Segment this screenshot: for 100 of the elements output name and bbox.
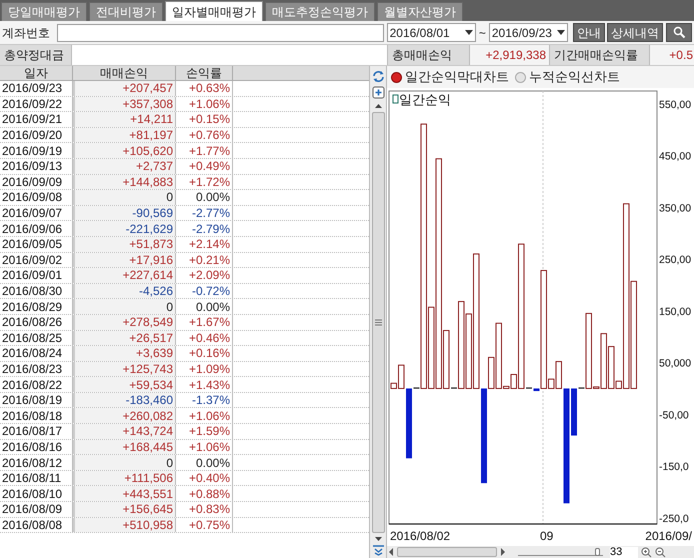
- summary-label: 총약정대금: [0, 45, 72, 65]
- table-cell: 0.00%: [176, 455, 233, 470]
- table-cell: +2.14%: [176, 236, 233, 252]
- caret-icon: [464, 30, 473, 35]
- table-cell: +26,517: [73, 330, 176, 346]
- loss-bar: [571, 388, 577, 436]
- table-cell: -183,460: [73, 392, 176, 408]
- table-cell: +81,197: [73, 128, 176, 142]
- table-cell: +3,639: [73, 346, 176, 361]
- account-label: 계좌번호: [2, 24, 51, 42]
- date-from-field[interactable]: 2016/08/01: [386, 23, 476, 42]
- table-cell: -221,629: [73, 221, 176, 236]
- table-cell: +0.88%: [176, 486, 233, 502]
- summary-value: +2,919,338: [470, 45, 550, 65]
- scroll-up-icon[interactable]: [374, 103, 382, 109]
- scroll-down-icon[interactable]: [374, 536, 382, 542]
- tab[interactable]: 당일매매평가: [1, 2, 87, 21]
- axis-label: -150,0: [659, 461, 689, 474]
- loss-bar: [406, 388, 412, 458]
- table-cell: +260,082: [73, 408, 176, 424]
- table-cell: +0.63%: [176, 81, 233, 96]
- axis-label: -250,0: [659, 512, 689, 525]
- action-button[interactable]: 안내: [573, 23, 606, 42]
- table-cell: +51,873: [73, 236, 176, 252]
- table-cell: +510,958: [73, 518, 176, 532]
- table-cell: +0.46%: [176, 330, 233, 346]
- table-cell: +0.15%: [176, 112, 233, 127]
- scrollbar-thumb[interactable]: [372, 112, 384, 533]
- table-cell: 0: [73, 190, 176, 205]
- table-cell: +1.43%: [176, 377, 233, 392]
- table-cell: +144,883: [73, 174, 176, 190]
- axis-label: -50,00: [659, 409, 689, 422]
- zoom-out-icon[interactable]: [655, 546, 666, 558]
- table-cell: 0.00%: [176, 190, 233, 205]
- tab[interactable]: 전대비평가: [89, 2, 163, 21]
- date-to-field[interactable]: 2016/09/23: [488, 23, 568, 42]
- table-cell: -2.79%: [176, 221, 233, 236]
- table-cell: +105,620: [73, 143, 176, 158]
- table-cell: -1.37%: [176, 392, 233, 408]
- table-cell: +0.40%: [176, 470, 233, 486]
- scrollbar-thumb[interactable]: [397, 547, 497, 557]
- column-header: 매매손익: [73, 66, 176, 80]
- table-cell: +17,916: [73, 252, 176, 268]
- table-cell: +156,645: [73, 502, 176, 517]
- zoom-in-icon[interactable]: [641, 546, 652, 558]
- search-icon: [672, 26, 686, 39]
- scroll-right-icon[interactable]: [500, 548, 505, 556]
- table-cell: +0.83%: [176, 502, 233, 517]
- slider-thumb[interactable]: [594, 548, 600, 556]
- table-cell: +1.72%: [176, 174, 233, 190]
- add-icon[interactable]: [372, 86, 384, 99]
- action-button[interactable]: 상세내역: [607, 23, 664, 42]
- tab[interactable]: 일자별매매평가: [165, 1, 263, 21]
- table-cell: +59,534: [73, 377, 176, 392]
- scroll-left-icon[interactable]: [389, 548, 394, 556]
- collapse-icon[interactable]: [372, 545, 384, 556]
- axis-label: 450,00: [659, 150, 692, 163]
- range-separator: ~: [478, 24, 486, 42]
- axis-label: 50,000: [659, 358, 692, 370]
- tab[interactable]: 매도추정손익평가: [265, 2, 375, 21]
- table-cell: +1.67%: [176, 314, 233, 330]
- table-cell: 0: [73, 299, 176, 314]
- table-cell: +1.09%: [176, 362, 233, 376]
- table-cell: +2,737: [73, 158, 176, 174]
- table-cell: +2.09%: [176, 268, 233, 283]
- table-cell: -4,526: [73, 284, 176, 298]
- table-cell: +207,457: [73, 81, 176, 96]
- table-cell: +0.21%: [176, 252, 233, 268]
- column-header: 일자: [0, 66, 73, 80]
- axis-label: 09: [540, 529, 554, 543]
- table-cell: +278,549: [73, 314, 176, 330]
- table-cell: +1.77%: [176, 143, 233, 158]
- table-cell: +443,551: [73, 486, 176, 502]
- radio-option[interactable]: 누적순익선차트: [515, 67, 620, 87]
- summary-label: 총매매손익: [388, 45, 470, 65]
- table-cell: +111,506: [73, 470, 176, 486]
- axis-label: 550,00: [659, 98, 692, 111]
- radio-option[interactable]: 일간순익막대차트: [391, 67, 509, 87]
- search-button[interactable]: [666, 23, 692, 42]
- table-cell: +1.06%: [176, 96, 233, 112]
- tab[interactable]: 월별자산평가: [377, 2, 463, 21]
- zoom-value: 33: [610, 546, 638, 558]
- table-cell: +143,724: [73, 424, 176, 439]
- loss-bar: [534, 388, 540, 392]
- table-cell: +0.76%: [176, 128, 233, 142]
- table-cell: +125,743: [73, 362, 176, 376]
- account-field[interactable]: [56, 24, 384, 42]
- zoom-slider[interactable]: [518, 548, 603, 556]
- table-cell: -2.77%: [176, 206, 233, 220]
- table-cell: +0.49%: [176, 158, 233, 174]
- table-cell: +168,445: [73, 440, 176, 454]
- column-header: 손익률: [176, 66, 233, 80]
- table-cell: 0: [73, 455, 176, 470]
- table-cell: +1.59%: [176, 424, 233, 439]
- table-cell: -90,569: [73, 206, 176, 220]
- table-cell: +1.06%: [176, 440, 233, 454]
- caret-icon: [557, 30, 566, 35]
- refresh-icon[interactable]: [372, 70, 384, 83]
- table-cell: +14,211: [73, 112, 176, 127]
- legend-icon: [392, 94, 398, 104]
